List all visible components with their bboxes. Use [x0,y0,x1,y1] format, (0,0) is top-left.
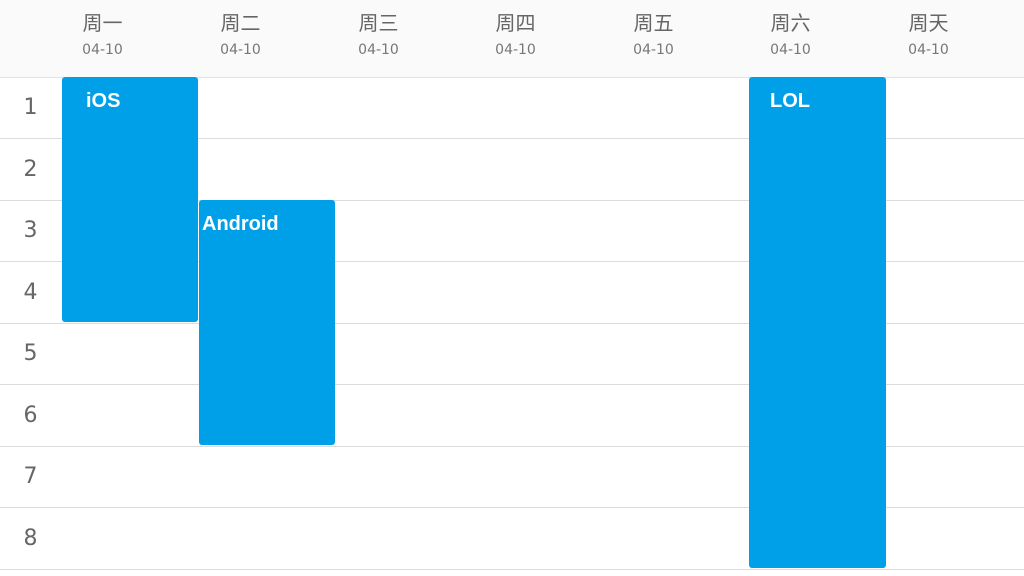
slot-number: 1 [23,95,38,120]
day-date: 04-10 [82,42,123,58]
day-date: 04-10 [633,42,674,58]
schedule-app: 周一 04-10 周二 04-10 周三 04-10 周四 04-10 周五 0… [0,0,1024,576]
day-name: 周四 [495,11,536,35]
day-header-fri[interactable]: 周五 04-10 [585,0,722,77]
slot-number: 4 [23,280,38,305]
day-header-thu[interactable]: 周四 04-10 [447,0,584,77]
event-title: iOS [86,90,121,112]
day-header-sun[interactable]: 周天 04-10 [860,0,997,77]
day-name: 周天 [908,11,949,35]
day-name: 周二 [220,11,261,35]
week-header: 周一 04-10 周二 04-10 周三 04-10 周四 04-10 周五 0… [0,0,1024,78]
slot-number: 3 [23,218,38,243]
day-date: 04-10 [220,42,261,58]
day-name: 周五 [633,11,674,35]
slot-number: 8 [23,526,38,551]
event-title: Android [202,213,279,235]
event-title: LOL [770,90,810,112]
day-name: 周六 [770,11,811,35]
day-header-mon[interactable]: 周一 04-10 [34,0,171,77]
day-date: 04-10 [770,42,811,58]
day-header-tue[interactable]: 周二 04-10 [172,0,309,77]
slot-number: 5 [23,341,38,366]
event-ios[interactable]: iOS [62,77,198,322]
slot-number: 7 [23,464,38,489]
day-name: 周一 [82,11,123,35]
day-date: 04-10 [908,42,949,58]
day-date: 04-10 [495,42,536,58]
event-android[interactable]: Android [199,200,335,445]
day-header-wed[interactable]: 周三 04-10 [310,0,447,77]
day-header-sat[interactable]: 周六 04-10 [722,0,859,77]
slot-number: 2 [23,157,38,182]
slot-number: 6 [23,403,38,428]
event-lol[interactable]: LOL [749,77,886,568]
day-name: 周三 [358,11,399,35]
day-date: 04-10 [358,42,399,58]
